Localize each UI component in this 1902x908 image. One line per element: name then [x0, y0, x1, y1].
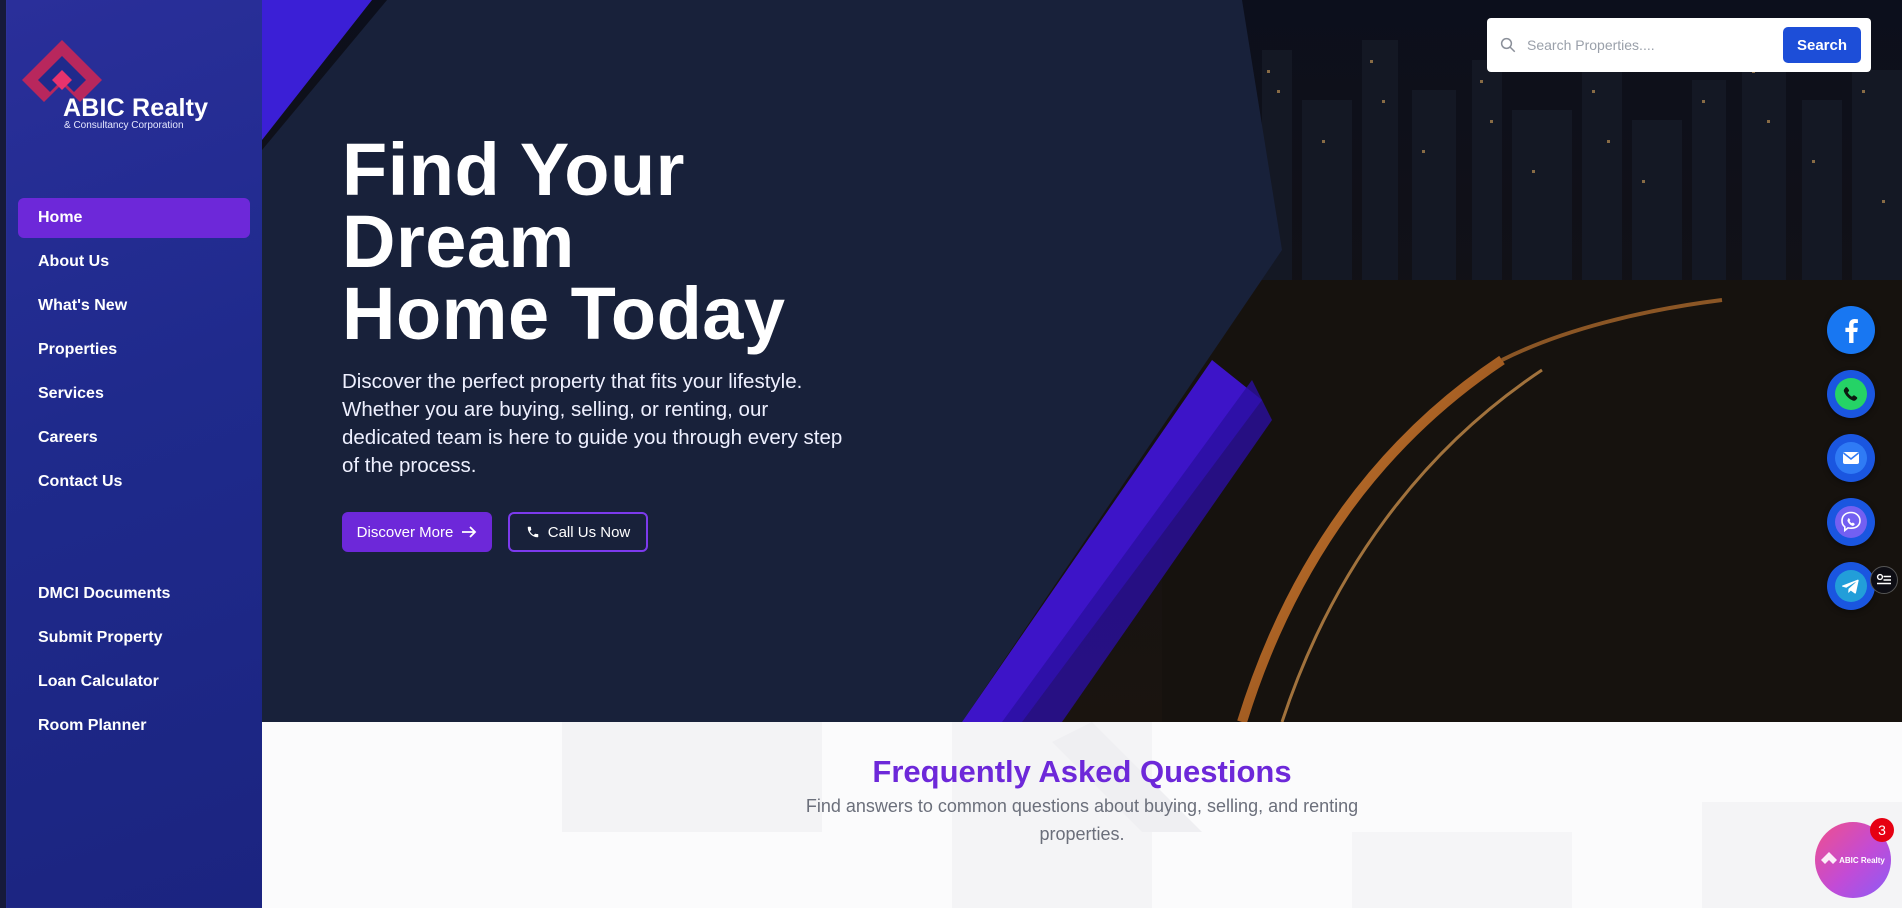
- search-bar: Search: [1487, 18, 1871, 72]
- search-input[interactable]: [1527, 37, 1783, 53]
- accessibility-button[interactable]: [1870, 566, 1898, 594]
- nav-item-submit-property[interactable]: Submit Property: [18, 618, 250, 658]
- hero-title-line: Dream: [342, 200, 575, 283]
- faq-section: Frequently Asked Questions Find answers …: [262, 722, 1902, 908]
- email-button[interactable]: [1827, 434, 1875, 482]
- settings-sliders-icon: [1876, 573, 1891, 585]
- hero-title: Find Your Dream Home Today: [342, 128, 786, 355]
- nav-item-home[interactable]: Home: [18, 198, 250, 238]
- nav-item-contact-us[interactable]: Contact Us: [18, 462, 250, 502]
- nav-item-properties[interactable]: Properties: [18, 330, 250, 370]
- sidebar: ABIC Realty & Consultancy Corporation Ho…: [0, 0, 262, 908]
- nav-item-dmci-documents[interactable]: DMCI Documents: [18, 574, 250, 614]
- nav-item-services[interactable]: Services: [18, 374, 250, 414]
- faq-title: Frequently Asked Questions: [872, 754, 1292, 789]
- telegram-button[interactable]: [1827, 562, 1875, 610]
- brand-logo[interactable]: ABIC Realty & Consultancy Corporation: [20, 40, 240, 140]
- nav-item-room-planner[interactable]: Room Planner: [18, 706, 250, 746]
- chat-logo-text: ABIC Realty: [1839, 855, 1885, 865]
- faq-subtitle: Find answers to common questions about b…: [805, 796, 1359, 844]
- viber-icon: [1827, 498, 1875, 546]
- search-icon: [1500, 37, 1516, 53]
- arrow-right-icon: [462, 526, 477, 538]
- primary-nav: Home About Us What's New Properties Serv…: [18, 198, 250, 506]
- sidebar-edge: [0, 0, 6, 908]
- notification-badge: 3: [1870, 818, 1894, 842]
- send-icon: [1827, 562, 1875, 610]
- brand-title: ABIC Realty: [63, 94, 209, 122]
- mail-icon: [1827, 434, 1875, 482]
- hero-shape-panel: [262, 0, 1282, 722]
- nav-item-loan-calculator[interactable]: Loan Calculator: [18, 662, 250, 702]
- nav-item-about-us[interactable]: About Us: [18, 242, 250, 282]
- discover-more-button[interactable]: Discover More: [342, 512, 492, 552]
- facebook-button[interactable]: [1827, 306, 1875, 354]
- facebook-icon: [1827, 306, 1875, 354]
- nav-item-whats-new[interactable]: What's New: [18, 286, 250, 326]
- hero-section: Find Your Dream Home Today Discover the …: [262, 0, 1902, 722]
- hero-title-line: Home Today: [342, 272, 786, 355]
- logo-icon: [1821, 852, 1838, 864]
- phone-icon: [527, 526, 538, 538]
- phone-icon: [1827, 370, 1875, 418]
- search-button[interactable]: Search: [1783, 27, 1861, 63]
- hero-title-line: Find Your: [342, 128, 685, 211]
- call-us-now-button[interactable]: Call Us Now: [508, 512, 648, 552]
- hero-description: Discover the perfect property that fits …: [342, 370, 843, 477]
- call-us-now-label: Call Us Now: [547, 523, 631, 541]
- whatsapp-button[interactable]: [1827, 370, 1875, 418]
- nav-item-careers[interactable]: Careers: [18, 418, 250, 458]
- brand-subtitle: & Consultancy Corporation: [64, 120, 184, 131]
- secondary-nav: DMCI Documents Submit Property Loan Calc…: [18, 574, 250, 750]
- viber-button[interactable]: [1827, 498, 1875, 546]
- discover-more-label: Discover More: [356, 523, 454, 541]
